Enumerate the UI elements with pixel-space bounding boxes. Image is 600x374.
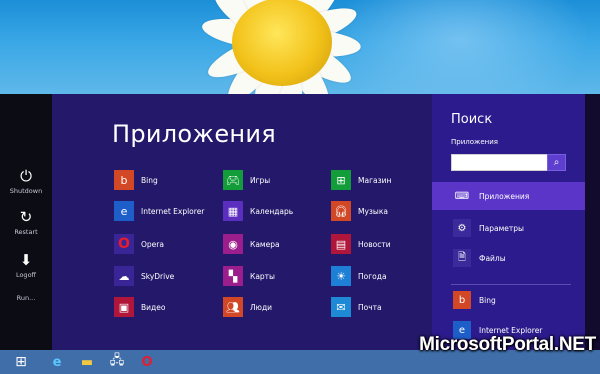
app-label: Календарь [250, 206, 294, 216]
shutdown-button[interactable]: ⏻ Shutdown [0, 168, 52, 195]
app-tile-camera[interactable]: ◉ Камера [223, 234, 280, 254]
desktop-wallpaper [0, 0, 600, 94]
app-label: Люди [250, 302, 273, 312]
search-divider [451, 284, 571, 285]
app-label: Новости [358, 239, 391, 249]
search-charm-pane: Поиск Приложения ⌕ ⌨ Приложения ⚙ Параме… [432, 94, 585, 350]
search-scope-label: Приложения [451, 138, 498, 146]
app-tile-news[interactable]: ▤ Новости [331, 234, 391, 254]
search-icon: ⌕ [553, 157, 560, 168]
app-label: Игры [250, 175, 271, 185]
opera-icon: O [114, 234, 134, 254]
app-label: Камера [250, 239, 280, 249]
power-sidebar: ⏻ Shutdown ↻ Restart ⬇ Logoff Run... [0, 94, 52, 350]
app-label: Opera [141, 239, 164, 249]
taskbar-network[interactable]: 🖧︎ [102, 351, 132, 373]
ie-icon: e [114, 201, 134, 221]
app-label: Музыка [358, 206, 388, 216]
maps-icon: ▚ [223, 266, 243, 286]
apps-title: Приложения [112, 120, 277, 148]
people-icon: 👥︎ [223, 297, 243, 317]
app-tile-bing[interactable]: b Bing [114, 170, 158, 190]
app-tile-skydrive[interactable]: ☁ SkyDrive [114, 266, 174, 286]
search-result-bing[interactable]: b Bing [432, 286, 585, 314]
camera-icon: ◉ [223, 234, 243, 254]
taskbar-opera[interactable]: O [132, 351, 162, 373]
video-icon: ▣ [114, 297, 134, 317]
run-button[interactable]: Run... [0, 294, 52, 302]
app-label: Видео [141, 302, 166, 312]
app-tile-mail[interactable]: ✉ Почта [331, 297, 382, 317]
weather-icon: ☀ [331, 266, 351, 286]
start-menu-panel: ⏻ Shutdown ↻ Restart ⬇ Logoff Run... При… [0, 94, 600, 350]
app-tile-weather[interactable]: ☀ Погода [331, 266, 387, 286]
bing-icon: b [453, 291, 471, 309]
mail-icon: ✉ [331, 297, 351, 317]
restart-button[interactable]: ↻ Restart [0, 209, 52, 236]
search-title: Поиск [451, 112, 493, 127]
daisy-flower-image [180, 0, 380, 94]
app-label: Погода [358, 271, 387, 281]
filter-settings[interactable]: ⚙ Параметры [432, 214, 585, 242]
explorer-icon: ▬ [80, 354, 94, 370]
app-label: SkyDrive [141, 271, 175, 281]
search-button[interactable]: ⌕ [547, 154, 566, 171]
app-tile-video[interactable]: ▣ Видео [114, 297, 165, 317]
filter-label: Приложения [479, 191, 530, 201]
scrollbar[interactable] [585, 94, 600, 350]
app-label: Почта [358, 302, 382, 312]
filter-label: Параметры [479, 223, 524, 233]
logoff-button[interactable]: ⬇ Logoff [0, 252, 52, 279]
app-tile-opera[interactable]: O Opera [114, 234, 164, 254]
app-tile-people[interactable]: 👥︎ Люди [223, 297, 272, 317]
music-icon: 🎧︎ [331, 201, 351, 221]
taskbar-internet-explorer[interactable]: e [42, 351, 72, 373]
restart-icon: ↻ [19, 208, 33, 226]
bing-icon: b [114, 170, 134, 190]
skydrive-icon: ☁ [114, 266, 134, 286]
opera-icon: O [141, 354, 153, 370]
app-label: Магазин [358, 175, 392, 185]
apps-list-area: Приложения b Bing e Internet Explorer O … [52, 94, 432, 350]
news-icon: ▤ [331, 234, 351, 254]
app-tile-calendar[interactable]: ▦ Календарь [223, 201, 293, 221]
ie-icon: e [52, 354, 62, 370]
file-icon: 🗎︎ [453, 249, 471, 267]
restart-label: Restart [14, 228, 38, 236]
start-button[interactable]: ⊞ [6, 351, 36, 373]
app-label: Internet Explorer [141, 206, 205, 216]
shutdown-label: Shutdown [9, 187, 43, 195]
app-tile-store[interactable]: ⊞ Магазин [331, 170, 391, 190]
gear-icon: ⚙ [453, 219, 471, 237]
taskbar-file-explorer[interactable]: ▬ [72, 351, 102, 373]
app-tile-games[interactable]: 🎮︎ Игры [223, 170, 270, 190]
app-tile-maps[interactable]: ▚ Карты [223, 266, 275, 286]
logoff-icon: ⬇ [19, 251, 33, 269]
store-icon: ⊞ [331, 170, 351, 190]
app-tile-internet-explorer[interactable]: e Internet Explorer [114, 201, 204, 221]
filter-label: Файлы [479, 253, 506, 263]
result-label: Bing [479, 295, 496, 305]
windows-start-icon: ⊞ [15, 354, 27, 370]
app-label: Карты [250, 271, 275, 281]
app-tile-music[interactable]: 🎧︎ Музыка [331, 201, 388, 221]
network-icon: 🖧︎ [109, 353, 125, 368]
filter-apps[interactable]: ⌨ Приложения [432, 182, 585, 210]
keyboard-icon: ⌨ [454, 190, 470, 202]
games-icon: 🎮︎ [223, 170, 243, 190]
run-label: Run... [16, 294, 36, 302]
calendar-icon: ▦ [223, 201, 243, 221]
power-icon: ⏻ [20, 167, 32, 185]
logoff-label: Logoff [15, 271, 37, 279]
filter-files[interactable]: 🗎︎ Файлы [432, 244, 585, 272]
watermark-text: MicrosoftPortal.NET [419, 334, 596, 355]
app-label: Bing [141, 175, 158, 185]
